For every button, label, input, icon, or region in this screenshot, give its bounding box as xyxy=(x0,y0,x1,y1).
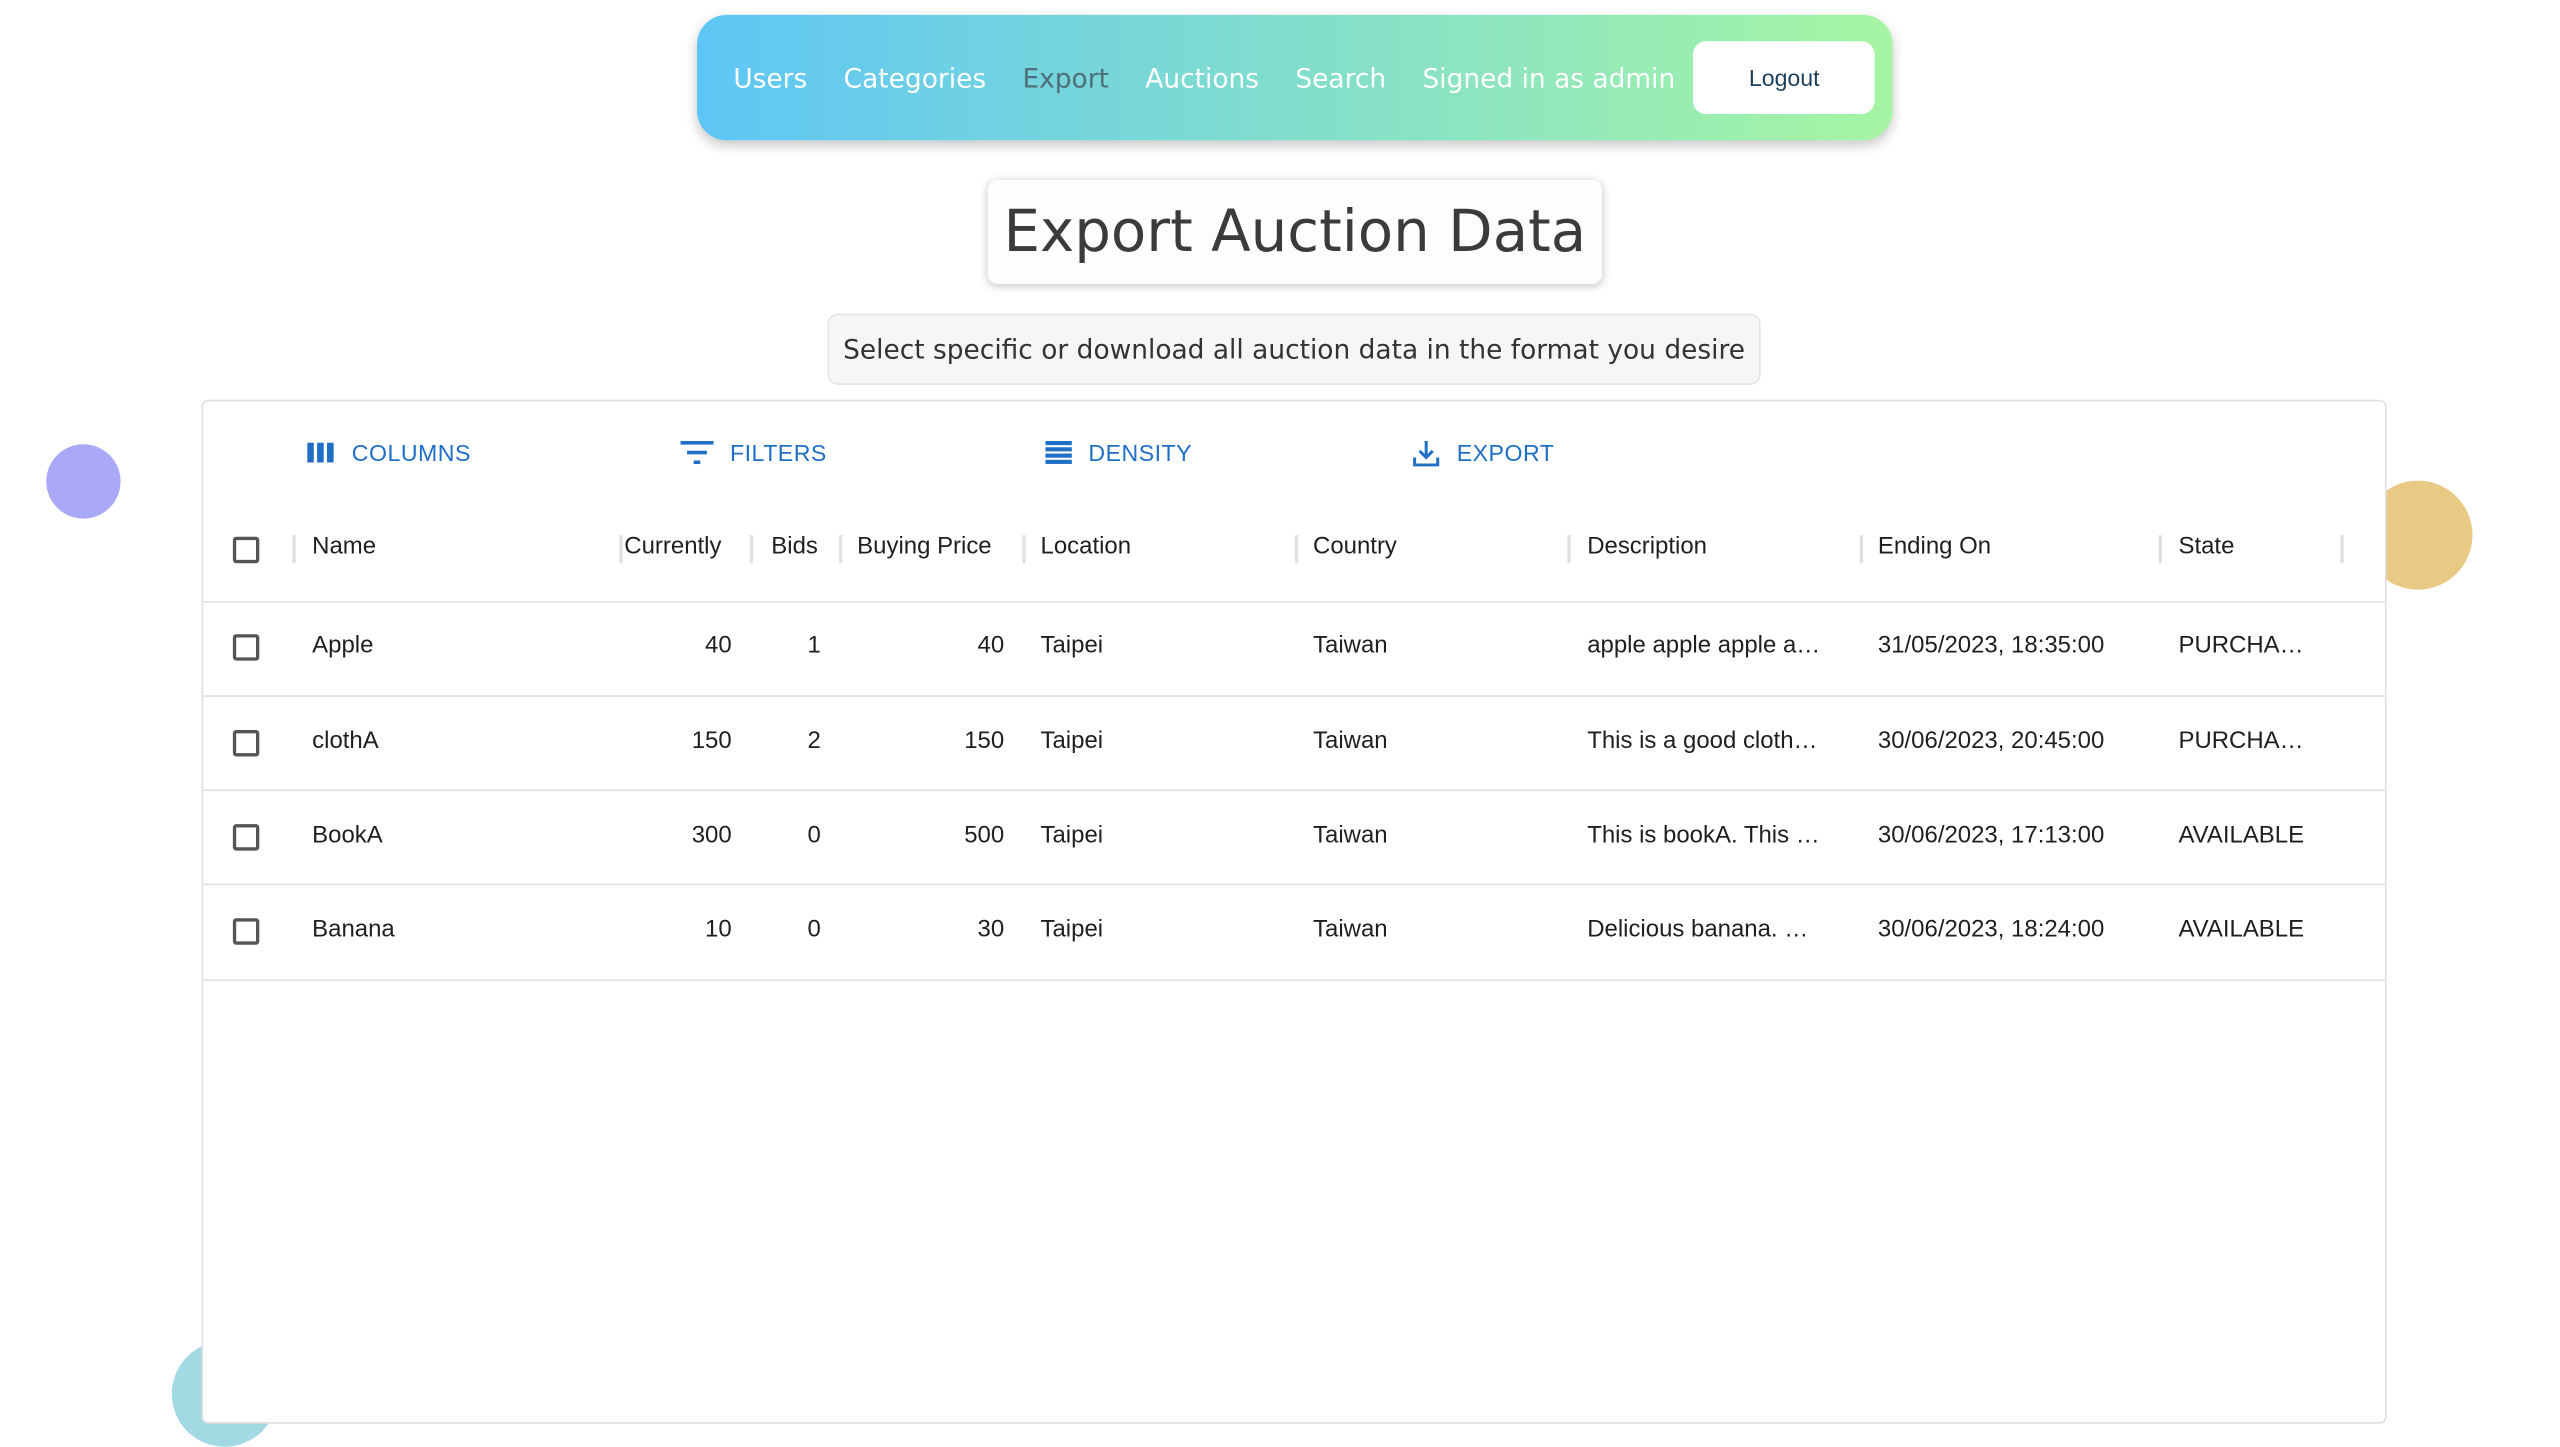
cell-location: Taipei xyxy=(1040,822,1104,849)
filters-label: FILTERS xyxy=(730,439,827,466)
cell-bids: 2 xyxy=(807,728,821,755)
cell-bids: 1 xyxy=(807,632,821,659)
column-separator[interactable] xyxy=(2340,535,2344,564)
cell-state: PURCHA… xyxy=(2178,632,2304,659)
cell-currently: 300 xyxy=(691,822,732,849)
column-separator[interactable] xyxy=(619,535,623,564)
column-separator[interactable] xyxy=(1567,535,1571,564)
nav-link-users[interactable]: Users xyxy=(733,62,807,93)
signed-in-label: Signed in as admin xyxy=(1422,61,1676,94)
columns-icon xyxy=(307,442,334,463)
cell-currently: 150 xyxy=(691,728,732,755)
cell-name: Banana xyxy=(312,916,395,944)
column-header-location[interactable]: Location xyxy=(1041,533,1132,559)
logout-button[interactable]: Logout xyxy=(1693,41,1876,114)
cell-country: Taiwan xyxy=(1313,728,1388,755)
cell-bids: 0 xyxy=(807,916,821,944)
page-subtitle: Select specific or download all auction … xyxy=(827,313,1761,385)
cell-description: Delicious banana. … xyxy=(1587,916,1809,944)
column-header-state[interactable]: State xyxy=(2178,533,2234,559)
column-separator[interactable] xyxy=(749,535,754,564)
cell-name: clothA xyxy=(312,728,379,755)
column-header-currently[interactable]: Currently xyxy=(624,533,721,559)
density-icon xyxy=(1045,440,1072,464)
row-checkbox[interactable] xyxy=(232,918,260,945)
cell-location: Taipei xyxy=(1040,728,1104,755)
column-separator[interactable] xyxy=(2158,535,2162,564)
cell-buying-price: 30 xyxy=(977,916,1005,944)
cell-description: This is a good cloth… xyxy=(1587,728,1818,755)
cell-location: Taipei xyxy=(1040,916,1104,944)
page-title: Export Auction Data xyxy=(987,180,1603,285)
decorative-circle-purple xyxy=(46,444,121,519)
column-separator[interactable] xyxy=(1022,535,1026,564)
cell-state: PURCHA… xyxy=(2178,728,2304,755)
row-divider xyxy=(203,695,2385,697)
cell-name: BookA xyxy=(312,822,383,849)
nav-link-auctions[interactable]: Auctions xyxy=(1145,62,1259,93)
cell-ending-on: 30/06/2023, 18:24:00 xyxy=(1877,916,2105,944)
column-header-buying-price[interactable]: Buying Price xyxy=(857,533,991,559)
cell-ending-on: 31/05/2023, 18:35:00 xyxy=(1877,632,2105,659)
row-checkbox[interactable] xyxy=(232,634,260,661)
column-separator[interactable] xyxy=(292,535,296,564)
filter-icon xyxy=(680,440,714,465)
column-header-description[interactable]: Description xyxy=(1587,533,1707,559)
row-divider xyxy=(203,979,2385,982)
column-header-bids[interactable]: Bids xyxy=(771,533,818,559)
cell-description: This is bookA. This … xyxy=(1587,822,1820,849)
cell-description: apple apple apple a… xyxy=(1587,632,1821,659)
cell-bids: 0 xyxy=(807,822,821,849)
cell-country: Taiwan xyxy=(1313,632,1388,659)
density-button[interactable]: DENSITY xyxy=(1045,436,1192,469)
row-checkbox[interactable] xyxy=(232,824,260,851)
cell-country: Taiwan xyxy=(1313,822,1388,849)
columns-button[interactable]: COLUMNS xyxy=(307,436,471,469)
cell-ending-on: 30/06/2023, 17:13:00 xyxy=(1877,822,2105,849)
column-header-country[interactable]: Country xyxy=(1313,533,1397,559)
nav-link-export[interactable]: Export xyxy=(1022,62,1109,93)
cell-currently: 10 xyxy=(705,916,732,944)
cell-country: Taiwan xyxy=(1313,916,1388,944)
cell-ending-on: 30/06/2023, 20:45:00 xyxy=(1877,728,2105,755)
row-divider xyxy=(203,883,2385,886)
export-label: EXPORT xyxy=(1456,439,1555,466)
export-button[interactable]: EXPORT xyxy=(1412,436,1554,469)
filters-button[interactable]: FILTERS xyxy=(680,436,826,469)
cell-location: Taipei xyxy=(1040,632,1104,659)
column-separator[interactable] xyxy=(839,535,843,564)
column-separator[interactable] xyxy=(1859,535,1864,564)
row-divider xyxy=(203,789,2385,792)
cell-state: AVAILABLE xyxy=(2178,916,2305,944)
cell-state: AVAILABLE xyxy=(2178,822,2305,849)
top-navbar: Users Categories Export Auctions Search … xyxy=(696,14,1893,141)
row-checkbox[interactable] xyxy=(232,730,260,757)
cell-currently: 40 xyxy=(705,632,732,659)
cell-buying-price: 500 xyxy=(964,822,1005,849)
cell-buying-price: 40 xyxy=(977,632,1005,659)
density-label: DENSITY xyxy=(1088,439,1193,466)
header-divider xyxy=(203,601,2385,603)
nav-link-search[interactable]: Search xyxy=(1295,62,1386,93)
column-separator[interactable] xyxy=(1294,535,1299,564)
cell-buying-price: 150 xyxy=(964,728,1005,755)
column-header-name[interactable]: Name xyxy=(312,533,376,559)
download-icon xyxy=(1413,440,1440,466)
nav-link-categories[interactable]: Categories xyxy=(844,62,986,93)
cell-name: Apple xyxy=(312,632,374,659)
column-header-ending-on[interactable]: Ending On xyxy=(1878,533,1991,559)
columns-label: COLUMNS xyxy=(351,439,471,466)
select-all-checkbox[interactable] xyxy=(232,536,260,564)
